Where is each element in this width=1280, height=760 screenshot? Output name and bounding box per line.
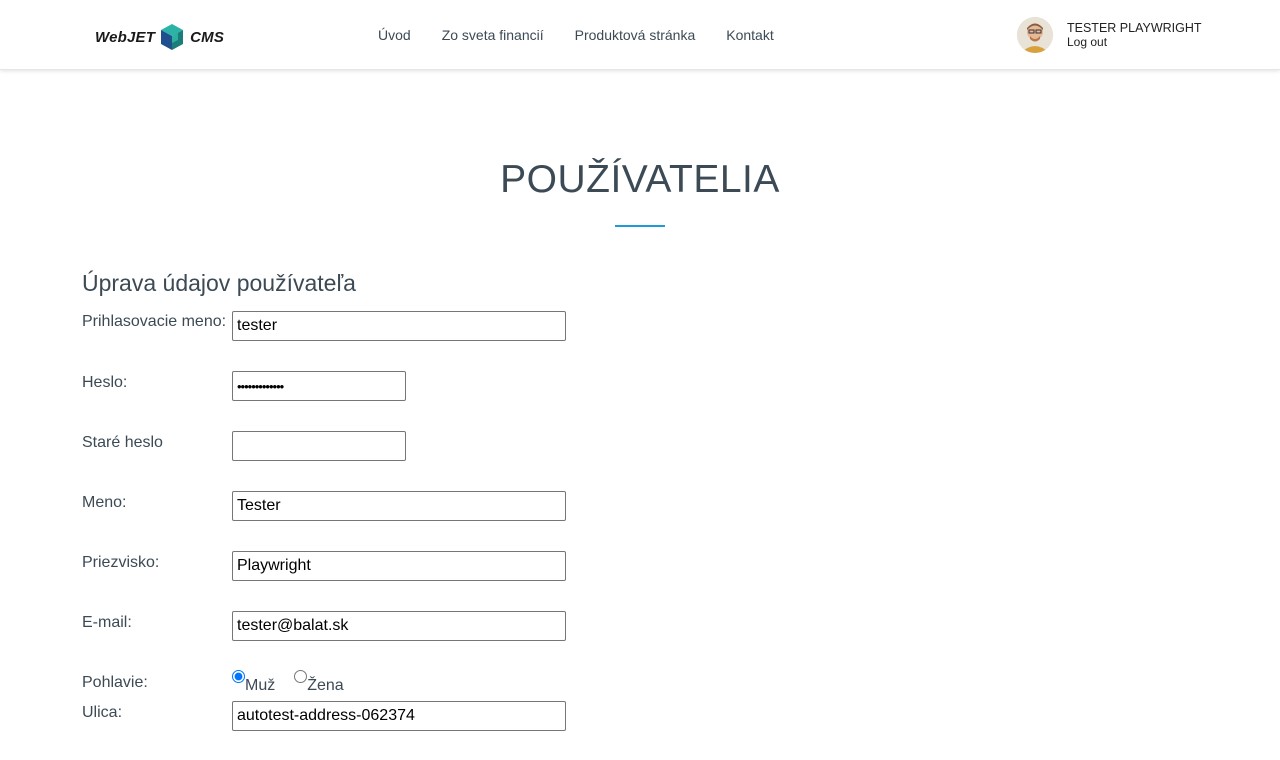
logout-link[interactable]: Log out [1067, 35, 1202, 49]
webjet-cms-logo[interactable]: WebJET CMS [95, 22, 224, 52]
section-title: Úprava údajov používateľa [82, 270, 356, 296]
login-input[interactable] [232, 311, 566, 341]
login-label: Prihlasovacie meno: [82, 313, 227, 330]
gender-option-muz-label: Muž [245, 677, 276, 694]
title-underline [615, 225, 665, 227]
email-input[interactable] [232, 611, 566, 641]
gender-label: Pohlavie: [82, 674, 148, 691]
avatar[interactable] [1017, 17, 1053, 53]
password-input[interactable] [232, 371, 406, 401]
gender-radio-zena[interactable] [294, 670, 308, 683]
logo-text-cms: CMS [190, 28, 225, 46]
main-nav: Úvod Zo sveta financií Produktová stránk… [378, 26, 805, 44]
user-name: TESTER PLAYWRIGHT [1067, 21, 1202, 35]
logo-text-webjet: WebJET [95, 28, 156, 46]
old-password-input[interactable] [232, 431, 406, 461]
user-menu: TESTER PLAYWRIGHT Log out [1017, 17, 1202, 53]
nav-item-uvod[interactable]: Úvod [378, 26, 411, 44]
gender-radio-muz[interactable] [232, 670, 245, 683]
nav-item-produktova-stranka[interactable]: Produktová stránka [575, 26, 696, 44]
email-label: E-mail: [82, 614, 132, 631]
user-info: TESTER PLAYWRIGHT Log out [1067, 21, 1202, 49]
nav-item-kontakt[interactable]: Kontakt [726, 26, 773, 44]
site-header: WebJET CMS Úvod Zo sveta financií Produk… [0, 0, 1280, 70]
first-name-label: Meno: [82, 494, 127, 511]
gender-option-zena-label: Žena [307, 677, 344, 694]
last-name-input[interactable] [232, 551, 566, 581]
old-password-label: Staré heslo [82, 434, 163, 451]
page-title: POUŽÍVATELIA [500, 158, 780, 201]
street-label: Ulica: [82, 704, 123, 721]
nav-item-zo-sveta-financii[interactable]: Zo sveta financií [442, 26, 544, 44]
last-name-label: Priezvisko: [82, 554, 160, 571]
user-avatar-icon [1017, 17, 1053, 53]
street-input[interactable] [232, 701, 566, 731]
first-name-input[interactable] [232, 491, 566, 521]
password-label: Heslo: [82, 374, 128, 391]
cube-logo-icon [161, 24, 184, 50]
gender-radio-group: Muž Žena [232, 670, 344, 695]
